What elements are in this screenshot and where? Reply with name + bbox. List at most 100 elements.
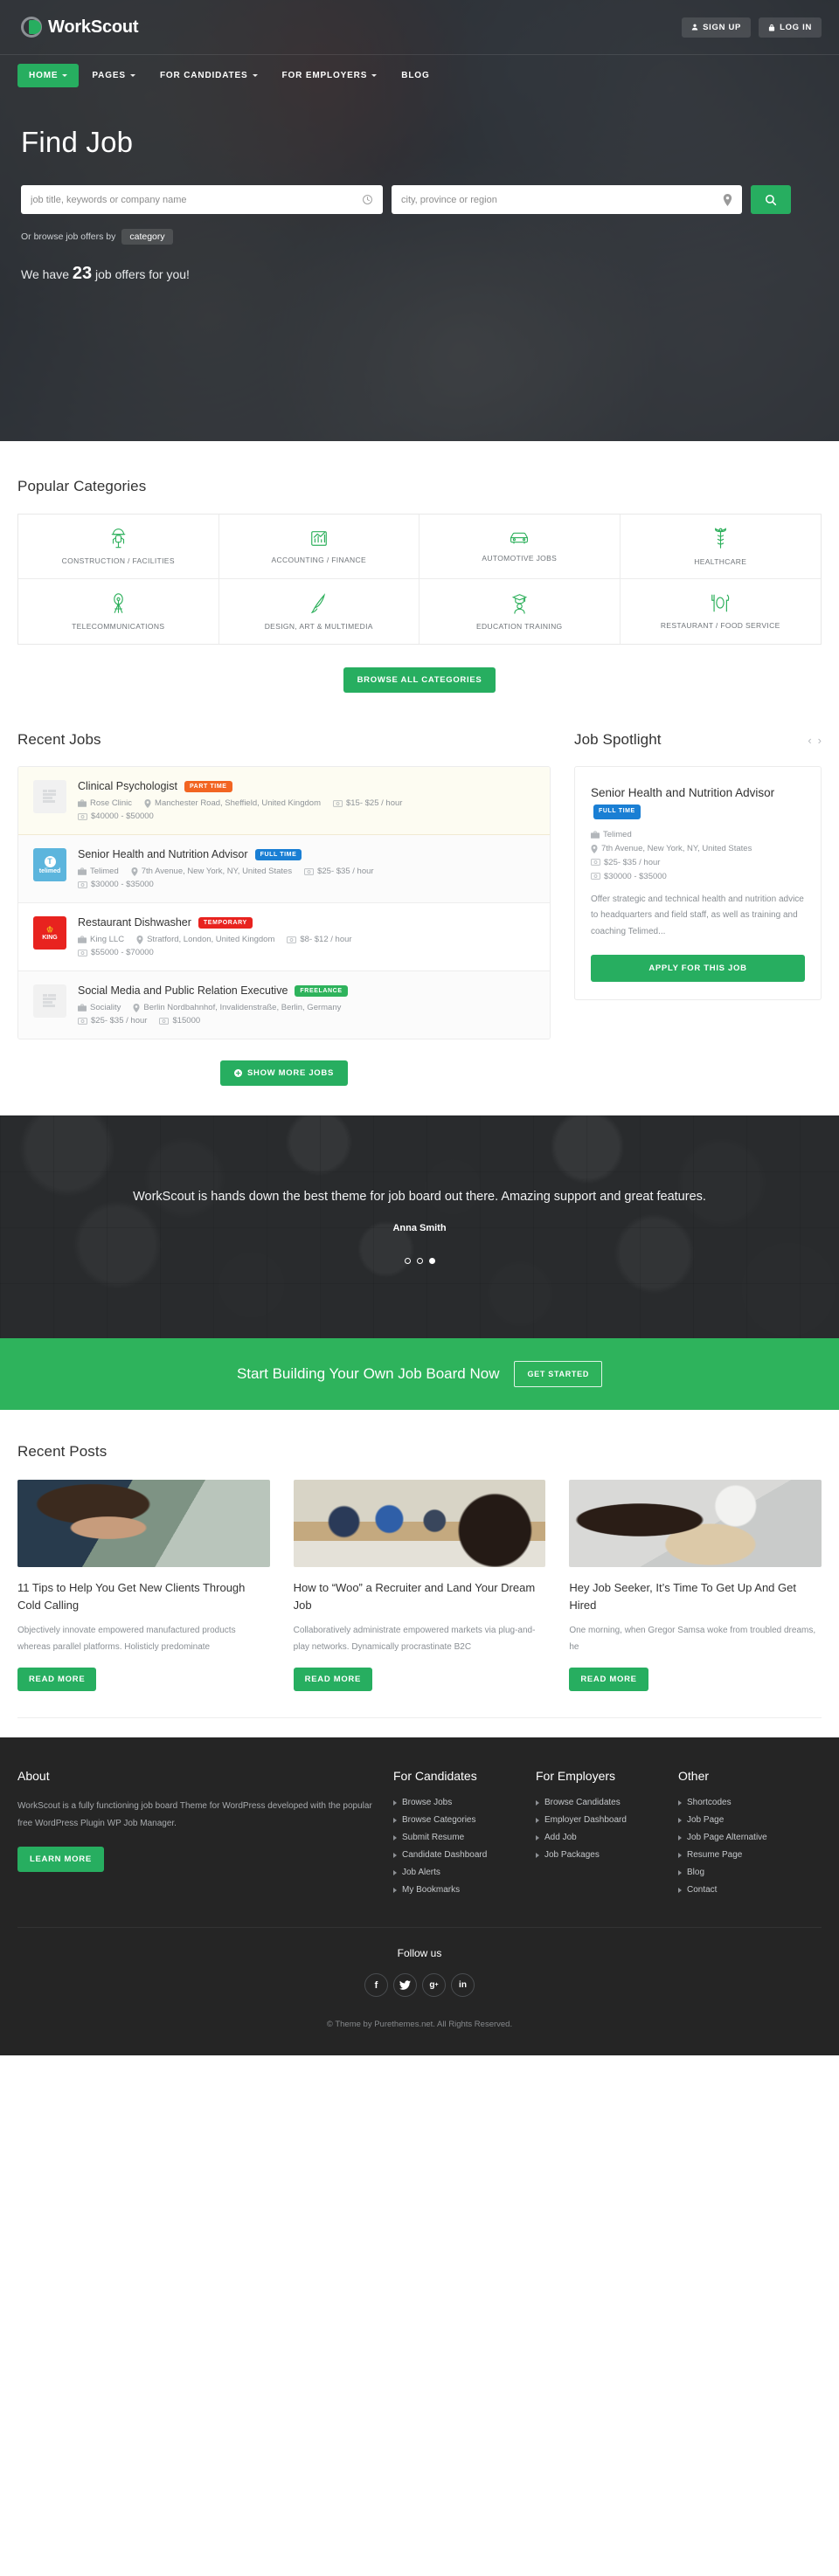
learn-more-button[interactable]: LEARN MORE xyxy=(17,1847,104,1872)
footer-link-label: Blog xyxy=(687,1868,705,1877)
read-more-button[interactable]: READ MORE xyxy=(293,1668,373,1691)
log-in-label: LOG IN xyxy=(780,22,812,32)
category-tile-construction[interactable]: CONSTRUCTION / FACILITIES xyxy=(18,515,219,579)
post-thumbnail-interview-panel xyxy=(293,1480,546,1567)
money-icon xyxy=(304,867,315,875)
hardhat-worker-icon xyxy=(109,528,128,549)
category-label: HEALTHCARE xyxy=(694,556,747,566)
nav-item-for-candidates[interactable]: FOR CANDIDATES xyxy=(149,64,269,87)
apply-for-this-job-button[interactable]: APPLY FOR THIS JOB xyxy=(591,955,805,983)
footer-link-blog[interactable]: Blog xyxy=(678,1868,822,1877)
post-title: Hey Job Seeker, It’s Time To Get Up And … xyxy=(569,1581,796,1612)
read-more-button[interactable]: READ MORE xyxy=(569,1668,648,1691)
job-list: Clinical Psychologist PART TIME Rose Cli… xyxy=(17,766,551,1039)
category-tile-education[interactable]: EDUCATION TRAINING xyxy=(420,579,621,644)
footer-link-label: Add Job xyxy=(544,1833,577,1842)
nav-item-blog[interactable]: BLOG xyxy=(390,64,440,87)
spotlight-card[interactable]: Senior Health and Nutrition Advisor FULL… xyxy=(574,766,822,1001)
post-card[interactable]: How to “Woo” a Recruiter and Land Your D… xyxy=(293,1480,546,1691)
browse-all-categories-button[interactable]: BROWSE ALL CATEGORIES xyxy=(343,667,496,693)
footer-link-submit-resume[interactable]: Submit Resume xyxy=(393,1833,536,1842)
carousel-dot[interactable] xyxy=(416,1258,423,1264)
sign-up-button[interactable]: SIGN UP xyxy=(682,17,752,38)
nav-item-pages[interactable]: PAGES xyxy=(80,64,147,87)
search-keyword-input[interactable] xyxy=(31,194,362,205)
spotlight-next-button[interactable]: › xyxy=(818,735,822,746)
log-in-button[interactable]: LOG IN xyxy=(759,17,822,38)
read-more-button[interactable]: READ MORE xyxy=(17,1668,97,1691)
money-icon xyxy=(333,799,343,807)
testimonial-section: WorkScout is hands down the best theme f… xyxy=(0,1115,839,1338)
linkedin-icon[interactable]: in xyxy=(451,1973,475,1997)
job-location-label: Berlin Nordbahnhof, Invalidenstraße, Ber… xyxy=(143,1003,342,1012)
money-icon xyxy=(78,881,87,888)
footer-link-candidate-dashboard[interactable]: Candidate Dashboard xyxy=(393,1850,536,1860)
nav-label-blog: BLOG xyxy=(401,70,430,80)
carousel-dot-active[interactable] xyxy=(428,1258,435,1264)
footer-link-shortcodes[interactable]: Shortcodes xyxy=(678,1798,822,1807)
footer-link-job-alerts[interactable]: Job Alerts xyxy=(393,1868,536,1877)
job-salary-label: $15000 xyxy=(172,1016,201,1026)
briefcase-icon xyxy=(78,799,87,807)
site-logo[interactable]: WorkScout xyxy=(21,17,139,38)
popular-categories-section: Popular Categories CONSTRUCTION / FACILI… xyxy=(0,441,839,693)
twitter-icon[interactable] xyxy=(393,1973,417,1997)
category-tile-telecommunications[interactable]: TELECOMMUNICATIONS xyxy=(18,579,219,644)
search-submit-button[interactable] xyxy=(751,185,791,214)
show-more-jobs-button[interactable]: SHOW MORE JOBS xyxy=(219,1060,348,1086)
facebook-icon[interactable]: f xyxy=(364,1973,388,1997)
category-tile-accounting[interactable]: ACCOUNTING / FINANCE xyxy=(218,515,420,579)
category-tile-healthcare[interactable]: HEALTHCARE xyxy=(620,515,821,579)
footer-link-job-page[interactable]: Job Page xyxy=(678,1815,822,1825)
footer-link-browse-candidates[interactable]: Browse Candidates xyxy=(536,1798,678,1807)
footer-link-label: Contact xyxy=(687,1885,718,1895)
spotlight-job-type-badge: FULL TIME xyxy=(593,804,641,819)
job-list-item[interactable]: Social Media and Public Relation Executi… xyxy=(18,971,550,1039)
search-location-input[interactable] xyxy=(401,194,723,205)
post-card[interactable]: Hey Job Seeker, It’s Time To Get Up And … xyxy=(569,1480,822,1691)
triangle-right-icon xyxy=(536,1817,539,1823)
job-offers-counter: We have 23 job offers for you! xyxy=(21,264,822,284)
footer-link-browse-categories[interactable]: Browse Categories xyxy=(393,1815,536,1825)
chevron-down-icon xyxy=(371,73,378,77)
triangle-right-icon xyxy=(678,1817,682,1823)
post-card[interactable]: 11 Tips to Help You Get New Clients Thro… xyxy=(17,1480,270,1691)
category-label: TELECOMMUNICATIONS xyxy=(72,621,165,631)
spotlight-rate: $25- $35 / hour xyxy=(591,858,805,867)
footer-link-job-page-alternative[interactable]: Job Page Alternative xyxy=(678,1833,822,1842)
logo-mark-icon xyxy=(21,17,42,38)
job-company: Rose Clinic xyxy=(78,798,132,808)
category-tile-automotive[interactable]: AUTOMOTIVE JOBS xyxy=(420,515,621,579)
footer-link-label: Submit Resume xyxy=(402,1833,465,1842)
footer-about-text: WorkScout is a fully functioning job boa… xyxy=(17,1801,372,1828)
map-pin-icon xyxy=(131,867,138,876)
job-company: Telimed xyxy=(78,867,119,876)
footer-link-job-packages[interactable]: Job Packages xyxy=(536,1850,678,1860)
job-type-badge: PART TIME xyxy=(184,780,232,792)
google-plus-icon[interactable]: g + xyxy=(422,1973,446,1997)
job-list-item[interactable]: Clinical Psychologist PART TIME Rose Cli… xyxy=(18,767,550,835)
job-list-item[interactable]: T telimed Senior Health and Nutrition Ad… xyxy=(18,835,550,903)
category-tile-restaurant[interactable]: RESTAURANT / FOOD SERVICE xyxy=(621,579,822,644)
chevron-down-icon xyxy=(62,73,68,77)
get-started-button[interactable]: GET STARTED xyxy=(514,1361,603,1387)
category-label: AUTOMOTIVE JOBS xyxy=(482,554,558,563)
lock-icon xyxy=(768,24,775,31)
footer-link-resume-page[interactable]: Resume Page xyxy=(678,1850,822,1860)
triangle-right-icon xyxy=(678,1869,682,1875)
nav-item-home[interactable]: HOME xyxy=(17,63,80,87)
browse-category-pill[interactable]: category xyxy=(121,229,173,245)
footer-link-my-bookmarks[interactable]: My Bookmarks xyxy=(393,1885,536,1895)
spotlight-heading: Job Spotlight xyxy=(574,731,662,748)
footer-link-add-job[interactable]: Add Job xyxy=(536,1833,678,1842)
job-list-item[interactable]: ♔ KING Restaurant Dishwasher TEMPORARY K… xyxy=(18,903,550,971)
spotlight-prev-button[interactable]: ‹ xyxy=(808,735,811,746)
footer-link-employer-dashboard[interactable]: Employer Dashboard xyxy=(536,1815,678,1825)
spotlight-company: Telimed xyxy=(591,830,805,839)
footer-link-contact[interactable]: Contact xyxy=(678,1885,822,1895)
footer-link-browse-jobs[interactable]: Browse Jobs xyxy=(393,1798,536,1807)
carousel-dot[interactable] xyxy=(404,1258,411,1264)
nav-item-for-employers[interactable]: FOR EMPLOYERS xyxy=(271,64,389,87)
triangle-right-icon xyxy=(393,1799,397,1806)
category-tile-design[interactable]: DESIGN, ART & MULTIMEDIA xyxy=(219,579,420,644)
